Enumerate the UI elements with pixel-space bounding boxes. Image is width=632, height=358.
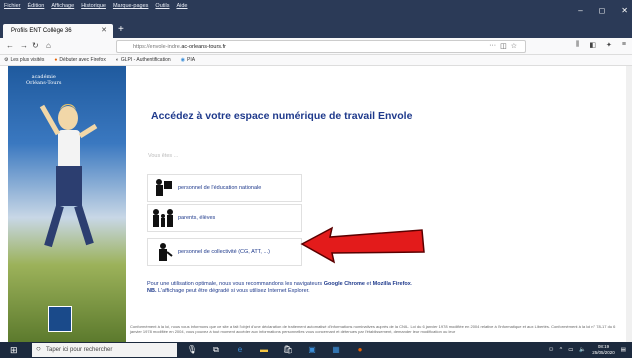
region-logo [48,306,72,332]
menu-historique[interactable]: Historique [81,3,106,9]
file-explorer-icon[interactable]: ▬ [257,343,271,357]
academie-logo: académie Orléans-Tours [26,74,62,86]
family-icon [148,207,178,229]
network-icon[interactable]: ▭ [568,347,573,353]
info-text: Pour une utilisation optimale, nous vous… [147,281,324,287]
page-scrollbar[interactable] [626,66,632,342]
navigation-bar: ← → ↻ ⌂ https://envole-indre. ac-orleans-… [0,38,632,55]
windows-start-icon[interactable]: ⊞ [10,345,18,356]
task-view-icon[interactable]: ⧉ [209,343,223,357]
url-prefix: https://envole-indre. [133,43,182,50]
microphone-icon[interactable]: 🎙 [185,343,199,357]
pocket-icon[interactable]: ◫ [500,42,507,50]
bookmarks-bar: ⚙ Les plus visités ● Débuter avec Firefox … [0,55,632,66]
close-window-button[interactable]: ✕ [621,6,628,15]
profile-education-nationale[interactable]: personnel de l'éducation nationale [147,174,302,202]
teacher-icon [148,177,178,199]
url-actions: ··· ◫ ☆ [489,42,517,50]
profile-label: personnel de collectivité (CG, ATT, ...) [178,249,270,255]
url-domain: ac-orleans-tours.fr [181,43,226,50]
url-bar[interactable]: https://envole-indre. ac-orleans-tours.fr… [116,40,526,53]
chrome-name: Google Chrome [323,281,365,287]
profile-prompt: Vous êtes ... [148,153,179,159]
clock-date: 25/05/2020 [592,350,615,355]
menu-bar: Fichier Édition Affichage Historique Mar… [4,3,188,9]
app-icon[interactable]: ▦ [329,343,343,357]
bookmark-getting-started[interactable]: ● Débuter avec Firefox [54,57,105,63]
bookmark-label: PIA [187,57,196,63]
window-titlebar: Fichier Édition Affichage Historique Mar… [0,0,632,22]
chevron-up-icon[interactable]: ^ [560,347,563,353]
menu-fichier[interactable]: Fichier [4,3,21,9]
glpi-icon: ◐ [115,57,119,63]
gear-icon: ⚙ [4,57,9,63]
system-tray: ⚇ ^ ▭ 🔈 08:19 25/05/2020 ▤ [549,344,626,356]
info-text: et [364,281,373,287]
forward-icon[interactable]: → [20,41,28,50]
hamburger-menu-icon[interactable]: ≡ [622,41,626,49]
bookmark-glpi[interactable]: ◐ GLPI - Authentification [116,57,171,63]
firefox-icon: ● [54,57,58,63]
sidebar-icon[interactable]: ◧ [589,41,596,49]
page-title: Accédez à votre espace numérique de trav… [151,110,413,122]
bookmark-pia[interactable]: ◉ PIA [181,57,195,63]
menu-affichage[interactable]: Affichage [51,3,74,9]
bookmark-star-icon[interactable]: ☆ [511,42,517,50]
new-tab-button[interactable]: + [118,24,124,35]
menu-aide[interactable]: Aide [176,3,187,9]
back-icon[interactable]: ← [6,41,14,50]
academie-banner-image: académie Orléans-Tours [8,66,126,342]
info-text: L'affichage peut être dégradé si vous ut… [156,288,310,294]
jumping-child-image [39,104,98,248]
library-icon[interactable]: ⫼ [576,41,579,49]
clock[interactable]: 08:19 25/05/2020 [592,344,615,356]
windows-taskbar: ⊞ ○ Taper ici pour rechercher 🎙 ⧉ e ▬ 🛍 … [0,342,632,358]
menu-outils[interactable]: Outils [155,3,169,9]
people-icon[interactable]: ⚇ [549,347,554,353]
globe-icon: ◉ [180,57,186,63]
volume-icon[interactable]: 🔈 [579,347,586,353]
more-icon[interactable]: ··· [489,42,496,50]
toolbar-right: ⫼ ◧ ✦ ≡ [576,41,626,49]
window-controls: – ◻ ✕ [578,6,628,15]
reload-icon[interactable]: ↻ [32,41,39,50]
maximize-button[interactable]: ◻ [599,6,606,15]
bookmark-most-visited[interactable]: ⚙ Les plus visités [4,57,44,63]
store-icon[interactable]: 🛍 [281,343,295,357]
bookmark-label: Les plus visités [10,57,45,63]
close-tab-icon[interactable]: ✕ [101,26,107,34]
browser-tab[interactable]: Profils ENT Collège 36 ✕ [3,24,113,38]
taskbar-search[interactable]: ○ Taper ici pour rechercher [32,343,177,357]
bookmark-label: Débuter avec Firefox [59,57,106,63]
search-placeholder: Taper ici pour rechercher [46,347,113,353]
taskbar-apps: 🎙 ⧉ e ▬ 🛍 ▣ ▦ ● [185,343,367,357]
edge-icon[interactable]: e [233,343,247,357]
profile-parents-eleves[interactable]: parents, élèves [147,204,302,232]
extension-icon[interactable]: ✦ [606,41,612,49]
page-content: académie Orléans-Tours Accédez à votre e… [0,66,632,342]
red-arrow-annotation [300,226,425,264]
bookmark-label: GLPI - Authentification [120,57,171,63]
menu-edition[interactable]: Édition [28,3,45,9]
profile-label: personnel de l'éducation nationale [178,185,262,191]
worker-icon [148,241,178,263]
firefox-taskbar-icon[interactable]: ● [353,343,367,357]
notification-icon[interactable]: ▤ [621,347,626,353]
browser-recommendation: Pour une utilisation optimale, nous vous… [147,281,413,294]
legal-footer: Conformément à la loi, nous vous informo… [130,324,616,334]
firefox-name: Mozilla Firefox [372,281,411,287]
profile-collectivite[interactable]: personnel de collectivité (CG, ATT, ...) [147,238,302,266]
tab-title: Profils ENT Collège 36 [11,28,72,34]
photos-icon[interactable]: ▣ [305,343,319,357]
home-icon[interactable]: ⌂ [46,41,51,50]
search-circle-icon: ○ [36,344,41,353]
profile-label: parents, élèves [178,215,216,221]
minimize-button[interactable]: – [578,6,582,15]
menu-marque-pages[interactable]: Marque-pages [113,3,148,9]
